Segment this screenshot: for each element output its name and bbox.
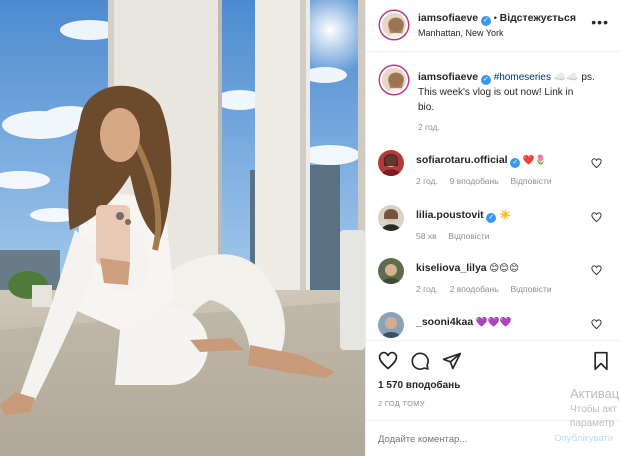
avatar-image-icon <box>381 209 401 231</box>
post-caption: iamsofiaeve ✓ #homeseries ☁️☁️ ps. This … <box>418 70 608 115</box>
publish-button[interactable]: Опублікувати <box>554 433 613 444</box>
comment-time[interactable]: 2 год. <box>416 284 438 294</box>
instagram-post-view: iamsofiaeve ✓ • Відстежується Manhattan,… <box>0 0 620 456</box>
comment-text: ☀️ <box>498 210 511 221</box>
more-options-icon[interactable]: ••• <box>591 14 609 30</box>
verified-badge-icon: ✓ <box>480 75 491 85</box>
comment-like-heart-icon[interactable] <box>591 158 602 169</box>
caption-hashtag[interactable]: #homeseries <box>494 72 551 83</box>
verified-badge-icon: ✓ <box>480 16 491 26</box>
post-photo[interactable] <box>0 0 365 456</box>
comment-item: sofiarotaru.official ✓ ❤️🌷 2 год. 9 впод… <box>378 150 608 190</box>
comment-reply-button[interactable]: Відповісти <box>448 231 489 241</box>
avatar-image-icon <box>388 17 404 37</box>
caption-username[interactable]: iamsofiaeve <box>418 71 478 83</box>
author-avatar[interactable] <box>380 11 408 39</box>
windows-activation-watermark-line: Чтобы акт <box>570 404 618 415</box>
commenter-avatar[interactable] <box>378 205 404 231</box>
caption-line-2: This week's vlog is out now! Link in <box>418 87 574 98</box>
comment-username[interactable]: kiseliova_lilya <box>416 262 487 274</box>
comment-username[interactable]: _sooni4kaa <box>416 316 473 328</box>
comment-like-heart-icon[interactable] <box>591 265 602 276</box>
commenter-avatar[interactable] <box>378 312 404 338</box>
comment-likes[interactable]: 2 вподобань <box>450 284 499 294</box>
verified-badge-icon: ✓ <box>486 213 497 223</box>
windows-activation-watermark-line: параметр <box>570 418 615 429</box>
caption-avatar[interactable] <box>380 66 408 94</box>
comment-reply-button[interactable]: Відповісти <box>510 176 551 186</box>
comment-item: lilia.poustovit ✓ ☀️ 58 хв Відповісти <box>378 205 608 245</box>
avatar-image-icon <box>381 317 401 338</box>
verified-badge-icon: ✓ <box>510 158 521 168</box>
following-button[interactable]: Відстежується <box>500 12 576 24</box>
avatar-image-icon <box>388 72 404 92</box>
post-location[interactable]: Manhattan, New York <box>418 28 504 38</box>
likes-count[interactable]: 1 570 вподобань <box>378 380 460 391</box>
add-comment-input[interactable] <box>378 430 538 448</box>
share-paper-plane-icon[interactable] <box>442 351 462 371</box>
comment-text: ❤️🌷 <box>522 155 547 166</box>
comment-like-heart-icon[interactable] <box>591 319 602 330</box>
post-photo-illustration <box>0 0 365 456</box>
caption-text-tail: ps. <box>578 72 595 83</box>
comment-likes[interactable]: 9 вподобань <box>450 176 499 186</box>
comment-text: 😊😊😊 <box>489 263 519 274</box>
author-username[interactable]: iamsofiaeve <box>418 12 478 24</box>
post-timestamp[interactable]: 2 ГОД ТОМУ <box>378 399 425 408</box>
comment-like-heart-icon[interactable] <box>591 212 602 223</box>
caption-line-3: bio. <box>418 102 435 113</box>
comment-bubble-icon[interactable] <box>410 351 430 371</box>
comment-time[interactable]: 58 хв <box>416 231 437 241</box>
comment-reply-button[interactable]: Відповісти <box>510 284 551 294</box>
caption-time[interactable]: 2 год. <box>418 122 440 132</box>
comment-username[interactable]: lilia.poustovit <box>416 209 484 221</box>
caption-emoji: ☁️☁️ <box>553 72 579 83</box>
comment-time[interactable]: 2 год. <box>416 176 438 186</box>
bookmark-icon[interactable] <box>591 351 611 371</box>
comment-text: 💜💜💜 <box>475 317 512 328</box>
avatar-image-icon <box>381 154 401 176</box>
commenter-avatar[interactable] <box>378 258 404 284</box>
dot-separator: • <box>493 13 497 23</box>
commenter-avatar[interactable] <box>378 150 404 176</box>
post-side-panel: iamsofiaeve ✓ • Відстежується Manhattan,… <box>365 0 620 456</box>
avatar-image-icon <box>381 264 401 284</box>
comment-username[interactable]: sofiarotaru.official <box>416 154 508 166</box>
like-heart-icon[interactable] <box>378 351 398 371</box>
post-header: iamsofiaeve ✓ • Відстежується Manhattan,… <box>366 0 620 52</box>
windows-activation-watermark-title: Активац <box>570 386 620 401</box>
comment-item: kiseliova_lilya 😊😊😊 2 год. 2 вподобань В… <box>378 258 608 298</box>
